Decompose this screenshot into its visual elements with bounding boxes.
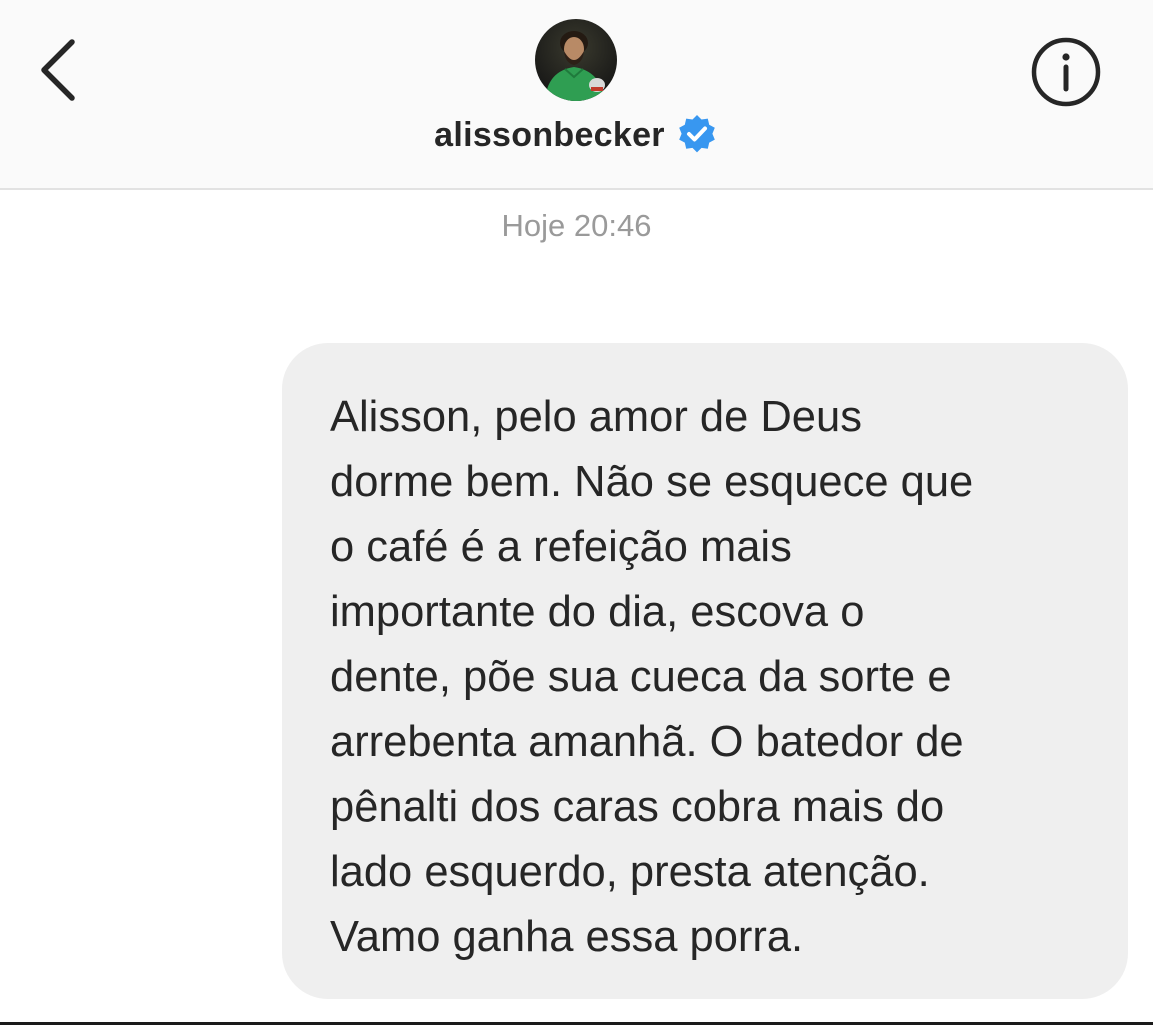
username-row[interactable]: alissonbecker	[0, 112, 1153, 158]
message-timestamp: Hoje 20:46	[501, 208, 652, 243]
info-circle-icon	[1031, 37, 1101, 107]
info-button[interactable]	[1030, 36, 1102, 108]
username: alissonbecker	[434, 115, 665, 154]
message-text: Alisson, pelo amor de Deus dorme bem. Nã…	[330, 393, 974, 961]
thread-header: alissonbecker	[0, 0, 1153, 190]
back-button[interactable]	[30, 34, 90, 104]
avatar[interactable]	[535, 19, 617, 101]
dm-thread-screen: alissonbecker Hoje 20:46 Alisson, pelo a…	[0, 0, 1153, 1025]
profile-photo	[535, 19, 617, 101]
chevron-left-icon	[41, 39, 75, 101]
verified-badge-icon	[675, 113, 719, 157]
message-bubble[interactable]: Alisson, pelo amor de Deus dorme bem. Nã…	[282, 343, 1128, 999]
